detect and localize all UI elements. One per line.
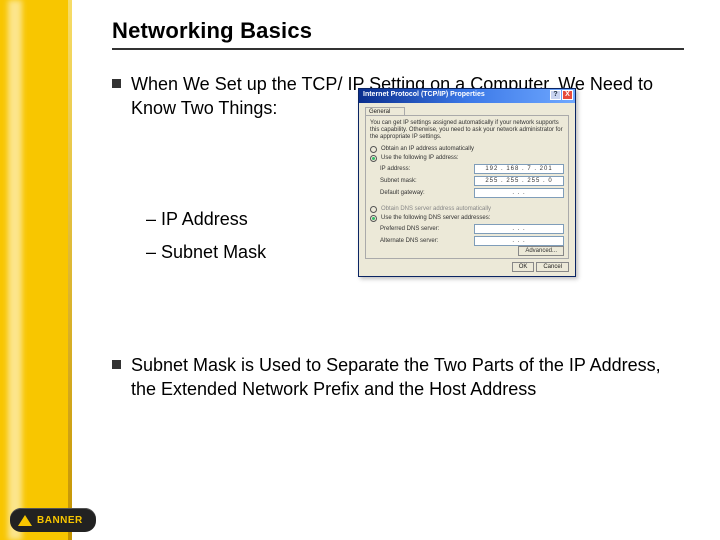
dialog-body: General You can get IP settings assigned… <box>359 103 575 276</box>
alternate-dns-input[interactable]: . . . <box>474 236 564 246</box>
ip-address-input[interactable]: 192 . 168 . 7 . 201 <box>474 164 564 174</box>
radio-label: Obtain DNS server address automatically <box>381 206 491 212</box>
cancel-button[interactable]: Cancel <box>536 262 569 272</box>
ip-address-label: IP address: <box>380 166 410 172</box>
preferred-dns-label: Preferred DNS server: <box>380 226 439 232</box>
preferred-dns-input[interactable]: . . . <box>474 224 564 234</box>
radio-use-following-dns[interactable]: Use the following DNS server addresses: <box>370 215 564 222</box>
radio-obtain-ip-auto[interactable]: Obtain an IP address automatically <box>370 146 564 153</box>
radio-label: Use the following DNS server addresses: <box>381 215 490 221</box>
dialog-title-text: Internet Protocol (TCP/IP) Properties <box>363 91 485 98</box>
subnet-mask-label: Subnet mask: <box>380 178 417 184</box>
tcpip-properties-dialog: Internet Protocol (TCP/IP) Properties ? … <box>358 88 576 277</box>
triangle-icon <box>18 515 32 526</box>
ok-button[interactable]: OK <box>512 262 535 272</box>
bullet-icon <box>112 79 121 88</box>
close-button[interactable]: X <box>562 90 573 100</box>
dialog-panel: You can get IP settings assigned automat… <box>365 115 569 259</box>
subnet-mask-input[interactable]: 255 . 255 . 255 . 0 <box>474 176 564 186</box>
default-gateway-label: Default gateway: <box>380 190 425 196</box>
bullet-text: Subnet Mask is Used to Separate the Two … <box>131 353 690 402</box>
dialog-intro: You can get IP settings assigned automat… <box>370 120 564 142</box>
dialog-titlebar: Internet Protocol (TCP/IP) Properties ? … <box>359 89 575 103</box>
radio-label: Use the following IP address: <box>381 155 459 161</box>
advanced-button[interactable]: Advanced... <box>518 246 564 256</box>
radio-icon <box>370 206 377 213</box>
radio-use-following-ip[interactable]: Use the following IP address: <box>370 155 564 162</box>
help-button[interactable]: ? <box>550 90 561 100</box>
default-gateway-input[interactable]: . . . <box>474 188 564 198</box>
brand-sidebar <box>0 0 72 540</box>
radio-obtain-dns-auto: Obtain DNS server address automatically <box>370 206 564 213</box>
banner-logo: BANNER <box>10 508 96 532</box>
alternate-dns-label: Alternate DNS server: <box>380 238 438 244</box>
bullet-2: Subnet Mask is Used to Separate the Two … <box>112 353 690 402</box>
radio-label: Obtain an IP address automatically <box>381 146 474 152</box>
logo-text: BANNER <box>37 515 83 526</box>
radio-icon <box>370 215 377 222</box>
slide-title: Networking Basics <box>112 18 684 50</box>
bullet-icon <box>112 360 121 369</box>
radio-icon <box>370 155 377 162</box>
radio-icon <box>370 146 377 153</box>
